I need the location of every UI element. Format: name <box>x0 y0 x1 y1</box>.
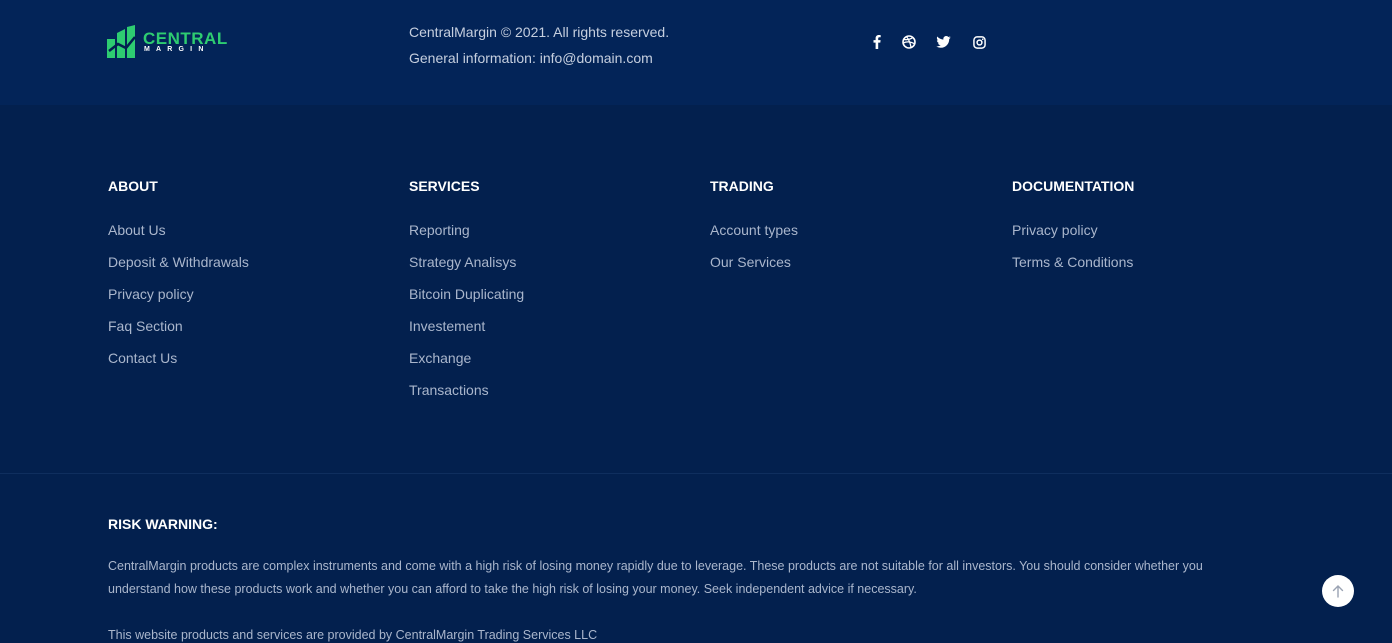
footer-top-bar: CENTRAL MARGIN CentralMargin © 2021. All… <box>0 0 1392 105</box>
column-about: ABOUT About Us Deposit & Withdrawals Pri… <box>108 178 249 382</box>
top-info: CentralMargin © 2021. All rights reserve… <box>409 19 669 71</box>
column-title: DOCUMENTATION <box>1012 178 1135 194</box>
footer-link[interactable]: Reporting <box>409 222 524 254</box>
footer-link[interactable]: Investement <box>409 318 524 350</box>
footer-link[interactable]: Strategy Analisys <box>409 254 524 286</box>
logo-word-margin: MARGIN <box>144 46 210 53</box>
facebook-icon[interactable] <box>868 33 886 51</box>
footer-link[interactable]: About Us <box>108 222 249 254</box>
column-title: TRADING <box>710 178 774 194</box>
contact-email[interactable]: General information: info@domain.com <box>409 45 669 71</box>
scroll-to-top-button[interactable] <box>1322 575 1354 607</box>
footer-link[interactable]: Privacy policy <box>1012 222 1134 254</box>
link-list: About Us Deposit & Withdrawals Privacy p… <box>108 222 249 382</box>
logo-chart-icon <box>107 25 136 58</box>
footer-link[interactable]: Terms & Conditions <box>1012 254 1134 286</box>
risk-warning-text: CentralMargin products are complex instr… <box>108 559 1203 596</box>
twitter-icon[interactable] <box>934 33 952 51</box>
footer-link[interactable]: Account types <box>710 222 798 254</box>
divider <box>0 473 1392 474</box>
column-title: ABOUT <box>108 178 158 194</box>
link-list: Reporting Strategy Analisys Bitcoin Dupl… <box>409 222 524 414</box>
footer-link[interactable]: Contact Us <box>108 350 249 382</box>
column-title: SERVICES <box>409 178 480 194</box>
footer-link[interactable]: Transactions <box>409 382 524 414</box>
logo[interactable]: CENTRAL MARGIN <box>107 25 227 59</box>
instagram-icon[interactable] <box>970 33 988 51</box>
footer-link[interactable]: Bitcoin Duplicating <box>409 286 524 318</box>
provider-text: This website products and services are p… <box>108 628 598 642</box>
dribbble-icon[interactable] <box>900 33 918 51</box>
link-list: Privacy policy Terms & Conditions <box>1012 222 1134 286</box>
footer-link[interactable]: Faq Section <box>108 318 249 350</box>
column-trading: TRADING Account types Our Services <box>710 178 798 286</box>
footer-link[interactable]: Deposit & Withdrawals <box>108 254 249 286</box>
copyright-text: CentralMargin © 2021. All rights reserve… <box>409 24 670 40</box>
column-services: SERVICES Reporting Strategy Analisys Bit… <box>409 178 524 414</box>
arrow-up-icon <box>1332 585 1344 598</box>
footer-link[interactable]: Exchange <box>409 350 524 382</box>
column-documentation: DOCUMENTATION Privacy policy Terms & Con… <box>1012 178 1134 286</box>
risk-warning-title: RISK WARNING: <box>108 516 218 532</box>
link-list: Account types Our Services <box>710 222 798 286</box>
footer-link[interactable]: Our Services <box>710 254 798 286</box>
footer-link[interactable]: Privacy policy <box>108 286 249 318</box>
